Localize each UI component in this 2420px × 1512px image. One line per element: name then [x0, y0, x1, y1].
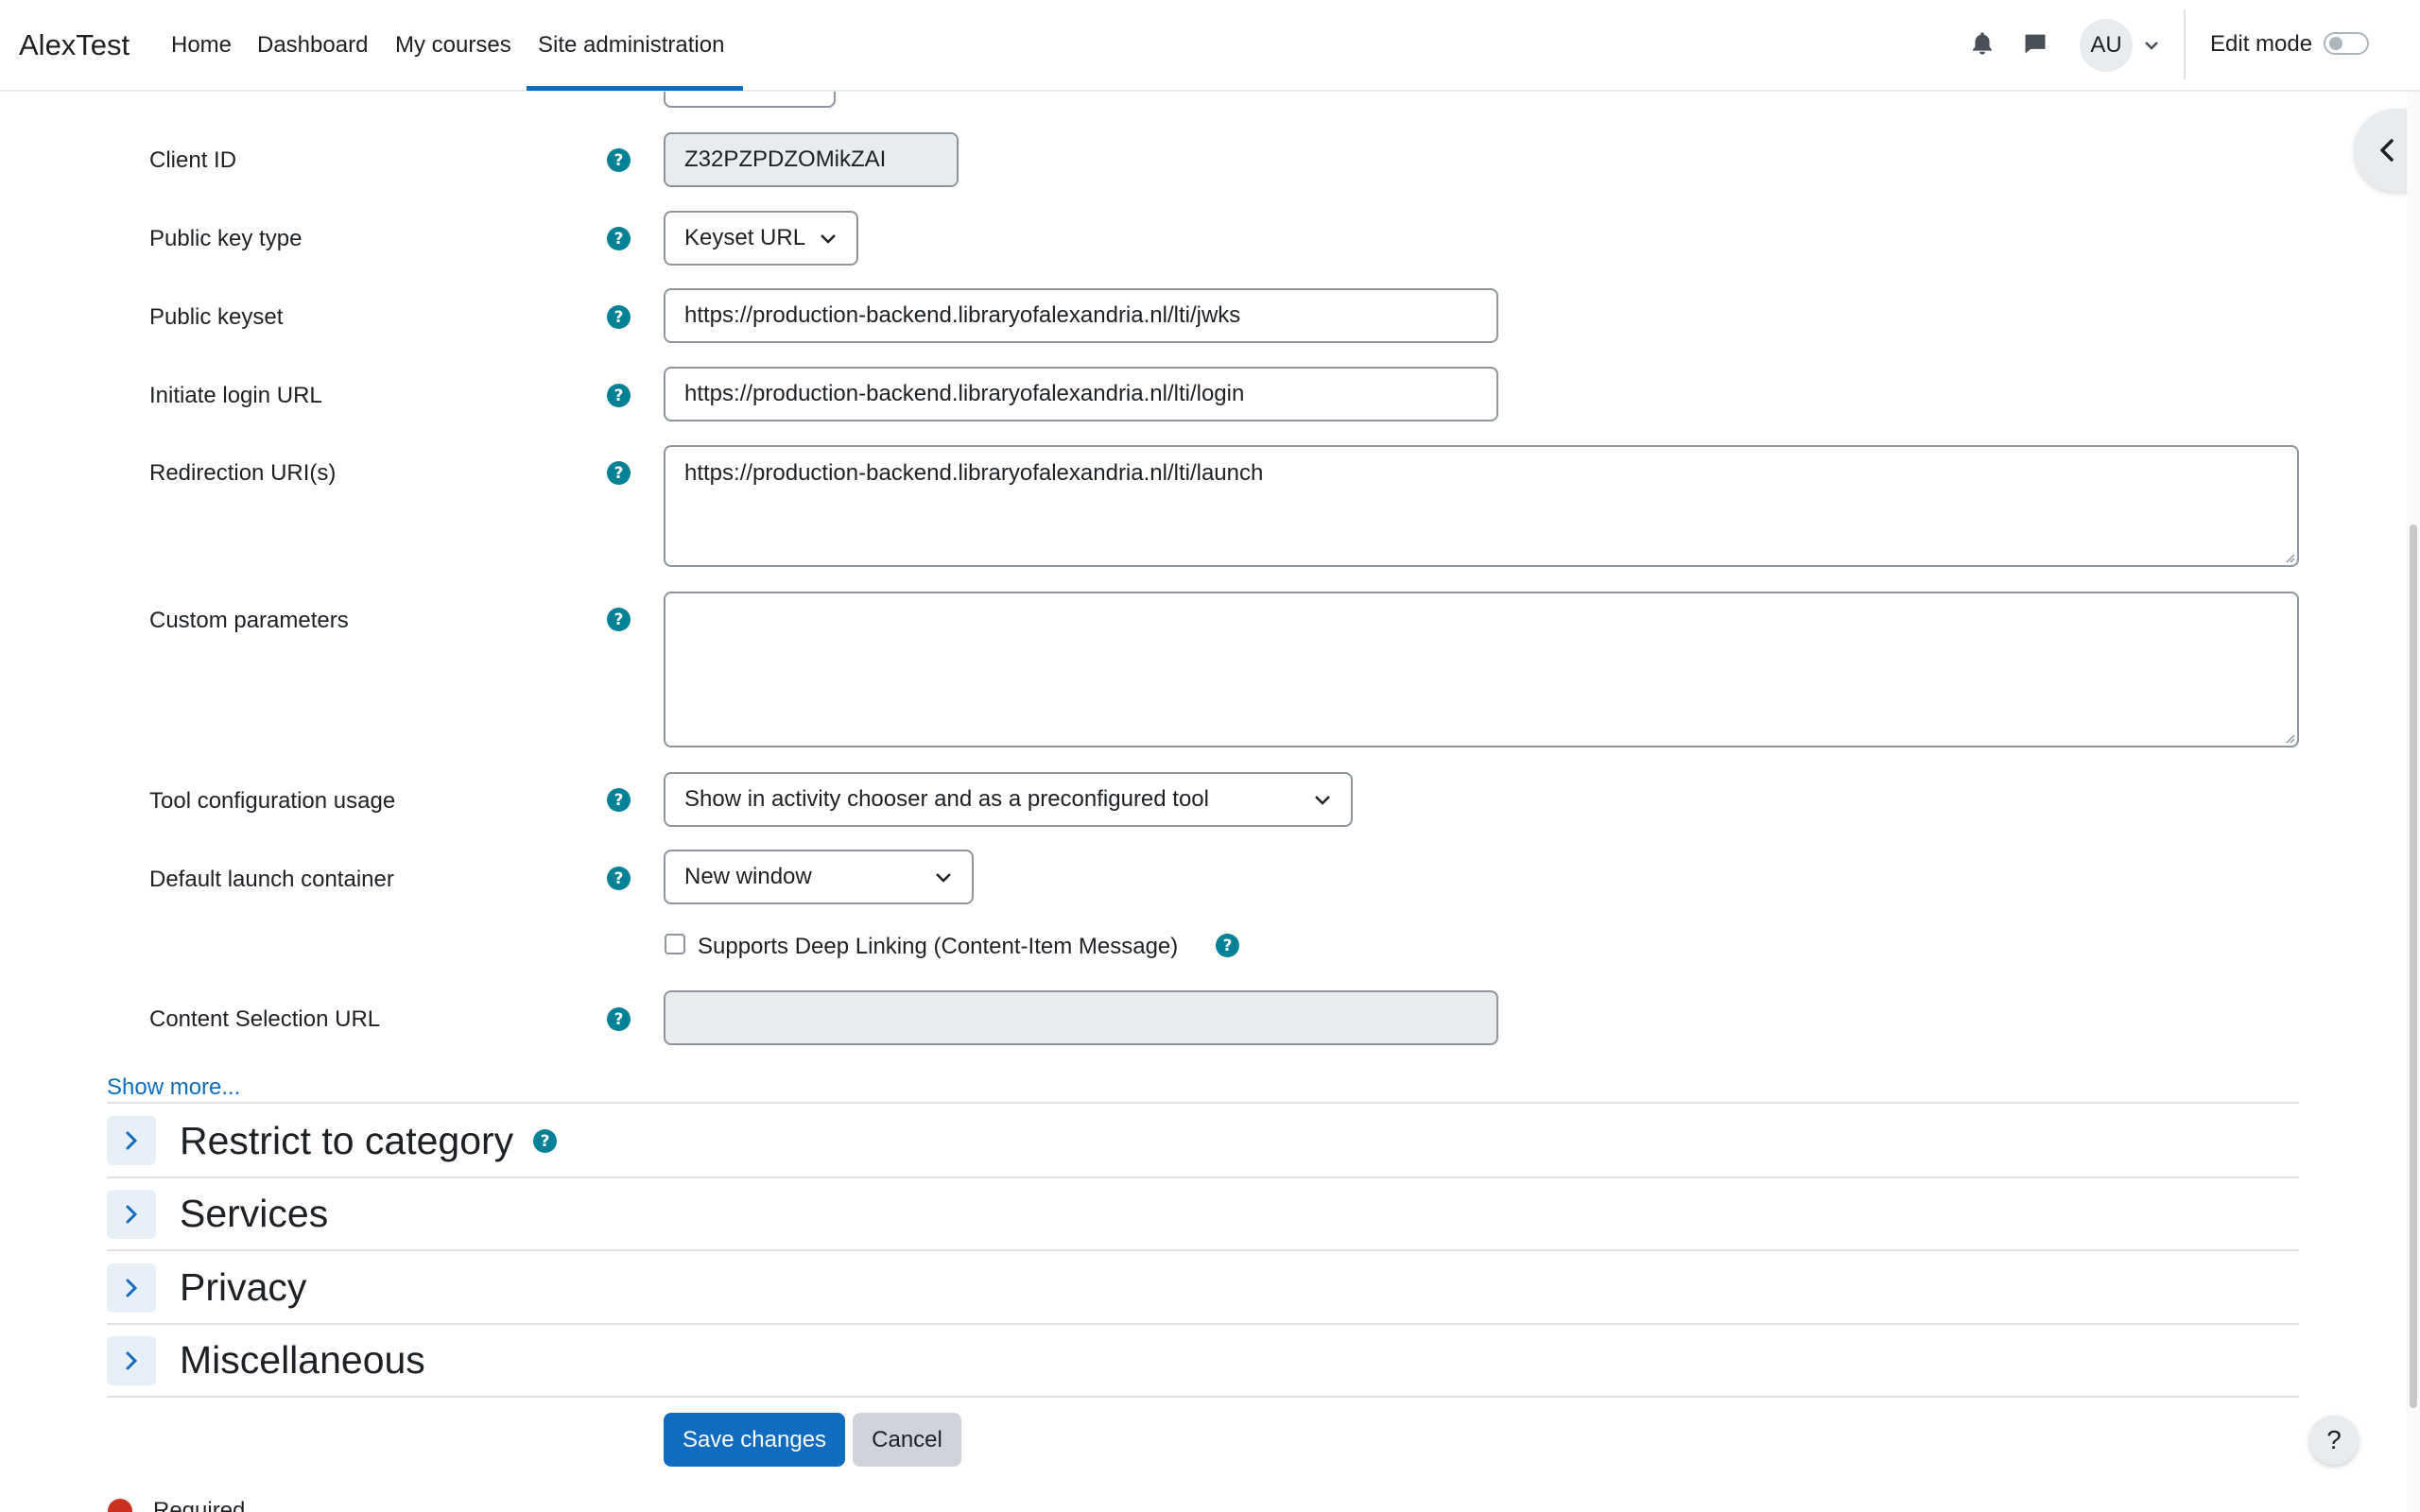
page-help-button[interactable]: ?: [2309, 1416, 2359, 1465]
textarea-value: https://production-backend.libraryofalex…: [684, 460, 1264, 486]
navbar-divider: [2184, 9, 2186, 79]
initiate-login-url-input[interactable]: https://production-backend.libraryofalex…: [664, 367, 1498, 421]
section-title-services[interactable]: Services: [180, 1192, 328, 1236]
section-divider: [107, 1249, 2299, 1251]
chevron-left-icon: [2380, 139, 2394, 162]
help-icon[interactable]: ?: [607, 305, 631, 329]
content-selection-url-label: Content Selection URL: [149, 1006, 381, 1032]
client-id-input[interactable]: Z32PZPDZOMikZAI: [664, 132, 959, 187]
scrollbar-thumb[interactable]: [2410, 524, 2417, 1408]
public-keyset-input[interactable]: https://production-backend.libraryofalex…: [664, 288, 1498, 343]
help-icon[interactable]: ?: [607, 461, 631, 485]
help-icon[interactable]: ?: [607, 608, 631, 631]
chevron-down-icon: [936, 873, 951, 883]
deep-linking-label[interactable]: Supports Deep Linking (Content-Item Mess…: [698, 934, 1178, 960]
edit-mode-toggle[interactable]: [2324, 32, 2369, 55]
custom-parameters-label: Custom parameters: [149, 608, 349, 633]
message-icon[interactable]: [2022, 30, 2048, 57]
chevron-down-icon: [821, 234, 836, 244]
nav-active-indicator: [527, 86, 743, 91]
client-id-label: Client ID: [149, 147, 237, 173]
nav-home[interactable]: Home: [171, 32, 232, 59]
deep-linking-checkbox[interactable]: [665, 934, 685, 954]
initiate-login-url-label: Initiate login URL: [149, 383, 322, 408]
top-navbar: AlexTest Home Dashboard My courses Site …: [0, 0, 2420, 92]
chevron-right-icon: [126, 1279, 138, 1297]
chevron-down-icon: [1315, 796, 1330, 805]
nav-dashboard[interactable]: Dashboard: [257, 32, 368, 59]
help-icon[interactable]: ?: [607, 384, 631, 407]
select-value: Show in activity chooser and as a precon…: [684, 786, 1209, 812]
section-title-privacy[interactable]: Privacy: [180, 1265, 306, 1310]
section-title-miscellaneous[interactable]: Miscellaneous: [180, 1338, 425, 1383]
expand-section-button[interactable]: [107, 1116, 156, 1165]
help-icon[interactable]: ?: [607, 867, 631, 890]
user-avatar[interactable]: AU: [2080, 19, 2133, 72]
nav-site-administration[interactable]: Site administration: [538, 32, 724, 59]
help-icon[interactable]: ?: [607, 788, 631, 812]
cancel-button[interactable]: Cancel: [853, 1413, 961, 1467]
select-value: New window: [684, 864, 812, 889]
required-label: Required: [153, 1498, 246, 1512]
help-icon[interactable]: ?: [607, 1007, 631, 1031]
redirection-uris-textarea[interactable]: https://production-backend.libraryofalex…: [664, 445, 2299, 567]
expand-section-button[interactable]: [107, 1336, 156, 1385]
resize-grip-icon[interactable]: [2284, 552, 2295, 563]
required-icon: [108, 1499, 132, 1512]
public-key-type-label: Public key type: [149, 226, 302, 251]
site-brand[interactable]: AlexTest: [19, 28, 130, 62]
custom-parameters-textarea[interactable]: [664, 592, 2299, 747]
redirection-uris-label: Redirection URI(s): [149, 460, 337, 486]
section-divider: [107, 1102, 2299, 1104]
help-icon[interactable]: ?: [607, 148, 631, 172]
save-changes-button[interactable]: Save changes: [664, 1413, 845, 1467]
chevron-right-icon: [126, 1131, 138, 1150]
default-launch-container-select[interactable]: New window: [664, 850, 974, 904]
help-icon[interactable]: ?: [1216, 934, 1239, 957]
expand-section-button[interactable]: [107, 1263, 156, 1313]
resize-grip-icon[interactable]: [2284, 732, 2295, 744]
chevron-right-icon: [126, 1351, 138, 1370]
tool-config-usage-label: Tool configuration usage: [149, 788, 396, 814]
section-divider: [107, 1323, 2299, 1325]
select-value: Keyset URL: [684, 225, 806, 250]
help-icon[interactable]: ?: [607, 227, 631, 250]
tool-config-usage-select[interactable]: Show in activity chooser and as a precon…: [664, 772, 1353, 827]
section-divider: [107, 1396, 2299, 1398]
bell-icon[interactable]: [1969, 30, 1996, 57]
chevron-down-icon[interactable]: [2142, 36, 2161, 55]
section-title-restrict-to-category[interactable]: Restrict to category: [180, 1119, 513, 1163]
content-selection-url-input[interactable]: [664, 990, 1498, 1045]
help-icon[interactable]: ?: [533, 1129, 557, 1153]
show-more-link[interactable]: Show more...: [107, 1074, 240, 1101]
expand-section-button[interactable]: [107, 1190, 156, 1239]
default-launch-container-label: Default launch container: [149, 867, 394, 892]
edit-mode-label: Edit mode: [2210, 31, 2313, 57]
section-divider: [107, 1177, 2299, 1178]
public-keyset-label: Public keyset: [149, 304, 284, 330]
toggle-knob: [2329, 37, 2342, 50]
chevron-right-icon: [126, 1205, 138, 1224]
nav-my-courses[interactable]: My courses: [395, 32, 511, 59]
public-key-type-select[interactable]: Keyset URL: [664, 211, 858, 266]
